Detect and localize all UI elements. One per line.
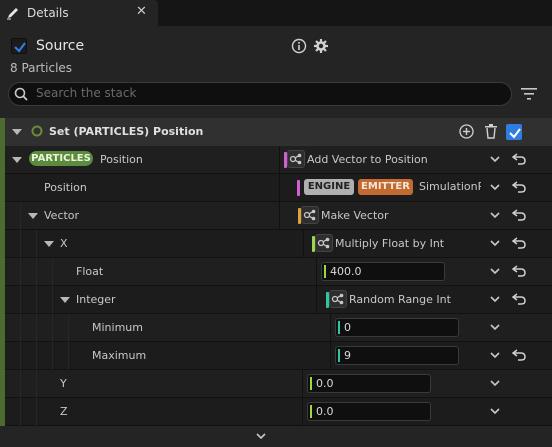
row-minimum <box>5 314 552 342</box>
row-value[interactable]: Make Vector <box>321 209 389 222</box>
row-label: Vector <box>44 209 80 222</box>
indent-guide <box>68 314 69 370</box>
indent-guide <box>52 258 53 370</box>
collapse-arrow-icon[interactable] <box>12 129 22 135</box>
source-title: Source <box>36 38 85 54</box>
column-divider <box>316 286 317 314</box>
indent-guide <box>36 230 37 426</box>
chevron-down-icon[interactable] <box>490 154 500 164</box>
gear-icon[interactable] <box>313 38 329 54</box>
chevron-down-icon[interactable] <box>490 294 500 304</box>
row-value[interactable]: Add Vector to Position <box>307 153 428 166</box>
column-divider <box>302 370 303 398</box>
pencil-icon <box>6 6 20 20</box>
minimum-value-input[interactable] <box>335 318 459 337</box>
chevron-down-icon[interactable] <box>490 378 500 388</box>
chevron-down-icon[interactable] <box>490 182 500 192</box>
chevron-down-icon[interactable] <box>490 266 500 276</box>
column-divider <box>316 258 317 286</box>
row-value[interactable]: SimulationP <box>419 180 481 193</box>
column-divider <box>279 174 280 202</box>
type-color-bar <box>297 180 300 196</box>
info-icon[interactable] <box>291 38 307 54</box>
chevron-down-icon[interactable] <box>490 210 500 220</box>
row-label: Minimum <box>92 321 143 334</box>
module-title: Set (PARTICLES) Position <box>49 125 204 138</box>
row-label: Integer <box>76 293 116 306</box>
expand-arrow-icon[interactable] <box>28 213 38 219</box>
row-y <box>5 370 552 398</box>
maximum-value-input[interactable] <box>335 346 459 365</box>
row-label: Position <box>44 181 87 194</box>
type-color-bar <box>324 265 326 278</box>
column-divider <box>279 146 280 174</box>
row-label: Position <box>100 153 143 166</box>
tab-label: Details <box>27 6 69 20</box>
type-color-bar <box>338 321 340 334</box>
row-z <box>5 398 552 426</box>
particle-count: 8 Particles <box>10 61 73 75</box>
input-text: 400.0 <box>330 265 362 278</box>
row-label: Y <box>60 377 67 390</box>
chevron-down-icon[interactable] <box>490 238 500 248</box>
column-divider <box>303 230 304 258</box>
search-placeholder: Search the stack <box>36 86 137 100</box>
type-color-bar <box>310 377 312 390</box>
close-icon[interactable]: ✕ <box>136 5 150 19</box>
module-enable-checkbox[interactable] <box>506 124 522 140</box>
reset-to-default-icon[interactable] <box>512 209 526 221</box>
particles-namespace-pill: PARTICLES <box>29 151 93 166</box>
emitter-namespace-tag: EMITTER <box>358 179 413 195</box>
row-maximum <box>5 342 552 370</box>
engine-namespace-tag: ENGINE <box>304 179 354 195</box>
column-divider <box>330 314 331 342</box>
row-value[interactable]: Random Range Int <box>349 293 451 306</box>
reset-to-default-icon[interactable] <box>512 153 526 165</box>
chevron-down-icon[interactable] <box>490 350 500 360</box>
reset-to-default-icon[interactable] <box>512 265 526 277</box>
filter-icon[interactable] <box>521 87 537 101</box>
source-enable-checkbox[interactable] <box>11 38 27 54</box>
dynamic-input-icon <box>287 150 305 168</box>
dynamic-input-icon <box>301 206 319 224</box>
column-divider <box>279 202 280 230</box>
row-label: Float <box>76 265 104 278</box>
expand-arrow-icon[interactable] <box>60 297 70 303</box>
row-label: X <box>60 237 68 250</box>
row-label: Z <box>60 405 68 418</box>
input-text: 0.0 <box>316 405 334 418</box>
dynamic-input-icon <box>315 234 333 252</box>
column-divider <box>330 342 331 370</box>
indent-guide <box>20 202 21 426</box>
expand-arrow-icon[interactable] <box>44 241 54 247</box>
input-text: 0 <box>344 321 351 334</box>
add-icon[interactable] <box>459 124 474 139</box>
chevron-down-icon[interactable] <box>490 322 500 332</box>
module-status-icon <box>31 125 43 137</box>
search-icon <box>14 87 28 101</box>
row-label: Maximum <box>92 349 147 362</box>
tab-details[interactable] <box>0 0 158 26</box>
reset-to-default-icon[interactable] <box>512 181 526 193</box>
expand-arrow-icon[interactable] <box>12 157 22 163</box>
input-text: 9 <box>344 349 351 362</box>
row-x <box>5 230 552 258</box>
column-divider <box>302 398 303 426</box>
linked-parameter-clip: SimulationP <box>419 180 481 194</box>
reset-to-default-icon[interactable] <box>512 349 526 361</box>
type-color-bar <box>338 349 340 362</box>
reset-to-default-icon[interactable] <box>512 293 526 305</box>
dynamic-input-icon <box>329 290 347 308</box>
show-more-chevron-icon[interactable] <box>256 431 266 441</box>
input-text: 0.0 <box>316 377 334 390</box>
type-color-bar <box>310 405 312 418</box>
chevron-down-icon[interactable] <box>490 406 500 416</box>
trash-icon[interactable] <box>484 123 498 139</box>
reset-to-default-icon[interactable] <box>512 237 526 249</box>
row-value[interactable]: Multiply Float by Int <box>335 237 444 250</box>
